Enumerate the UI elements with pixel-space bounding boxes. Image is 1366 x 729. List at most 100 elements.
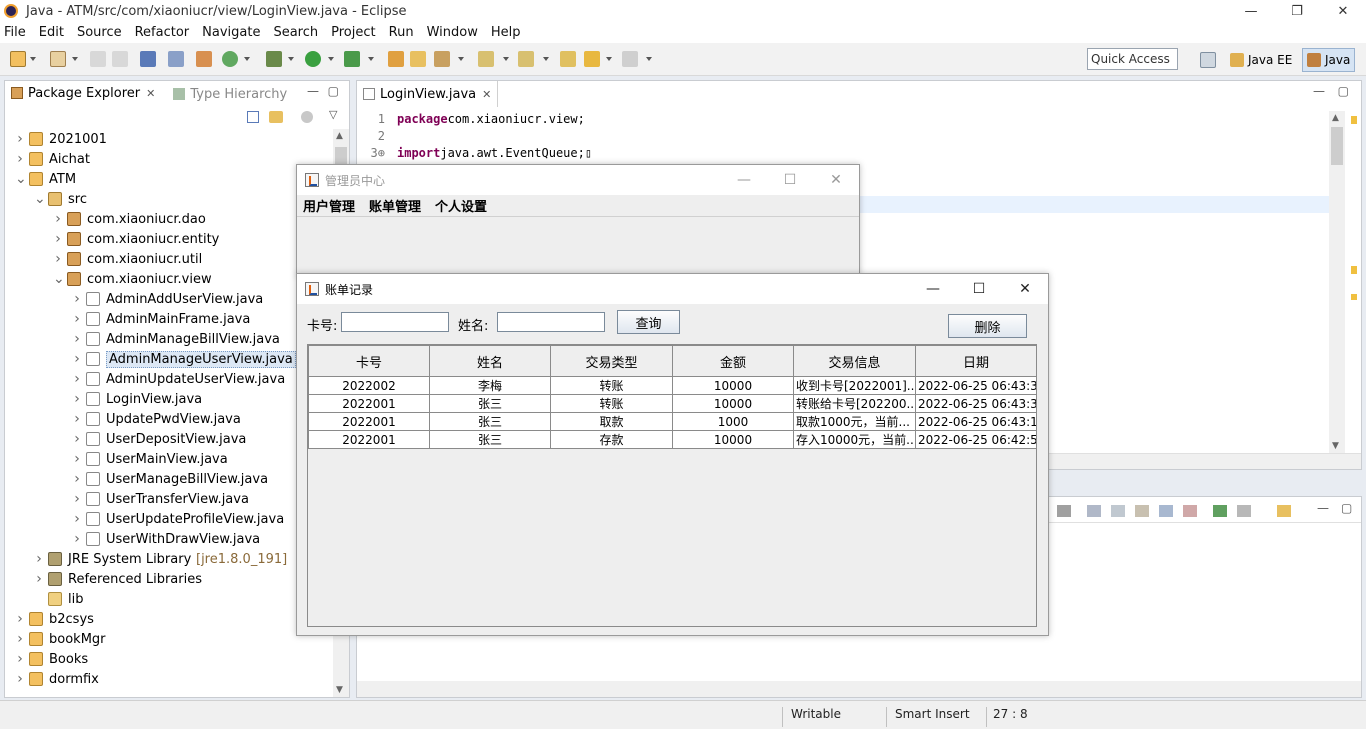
chevron-right-icon[interactable]: ›	[72, 351, 82, 367]
new-icon[interactable]	[10, 51, 26, 67]
console-h-scrollbar[interactable]	[357, 681, 1361, 697]
column-header[interactable]: 日期	[915, 345, 1037, 377]
chevron-right-icon[interactable]: ›	[15, 611, 25, 627]
remove-launch-icon[interactable]	[1057, 505, 1071, 517]
chevron-right-icon[interactable]: ›	[15, 671, 25, 687]
scroll-down-icon[interactable]: ▼	[336, 685, 343, 695]
view-menu-icon[interactable]: ▽	[329, 108, 337, 121]
menu-run[interactable]: Run	[389, 25, 414, 40]
next-annotation-icon[interactable]	[478, 51, 494, 67]
quick-access-input[interactable]: Quick Access	[1087, 48, 1178, 70]
tree-item[interactable]: › AdminMainFrame.java	[5, 309, 335, 329]
close-icon[interactable]: ✕	[1002, 274, 1048, 304]
prev-annotation-icon[interactable]	[518, 51, 534, 67]
menu-refactor[interactable]: Refactor	[135, 25, 190, 40]
search-dropdown-icon[interactable]	[458, 57, 464, 61]
tree-item[interactable]: › com.xiaoniucr.util	[5, 249, 335, 269]
scroll-lock-icon[interactable]	[1111, 505, 1125, 517]
close-editor-icon[interactable]: ✕	[482, 88, 491, 101]
menu-project[interactable]: Project	[331, 25, 375, 40]
tree-item[interactable]: › bookMgr	[5, 629, 335, 649]
forward-icon[interactable]	[622, 51, 638, 67]
display-console-icon[interactable]	[1237, 505, 1251, 517]
minimize-editor-icon[interactable]: —	[1313, 84, 1325, 98]
chevron-right-icon[interactable]: ›	[34, 551, 44, 567]
refresh-icon[interactable]	[222, 51, 238, 67]
tree-item[interactable]: › LoginView.java	[5, 389, 335, 409]
maximize-view-icon[interactable]: ▢	[328, 84, 339, 98]
card-number-input[interactable]	[341, 312, 449, 332]
back-icon[interactable]	[584, 51, 600, 67]
table-row[interactable]: 2022001 张三 存款 10000 存入10000元，当前... 2022-06-25…	[308, 430, 1037, 449]
tree-item[interactable]: › dormfix	[5, 669, 335, 689]
last-edit-icon[interactable]	[560, 51, 576, 67]
minimize-icon[interactable]: —	[1228, 0, 1274, 22]
chevron-right-icon[interactable]: ›	[72, 331, 82, 347]
query-button[interactable]: 查询	[617, 310, 680, 334]
tree-item[interactable]: › com.xiaoniucr.entity	[5, 229, 335, 249]
skip-breakpoints-icon[interactable]	[168, 51, 184, 67]
tree-item[interactable]: › com.xiaoniucr.dao	[5, 209, 335, 229]
table-row[interactable]: 2022002 李梅 转账 10000 收到卡号[2022001]... 2022-06-…	[308, 376, 1037, 395]
external-tools-icon[interactable]	[344, 51, 360, 67]
minimize-view-icon[interactable]: —	[307, 84, 319, 98]
open-type-icon[interactable]	[410, 51, 426, 67]
menu-edit[interactable]: Edit	[39, 25, 64, 40]
chevron-right-icon[interactable]: ›	[34, 571, 44, 587]
editor-scroll-down-icon[interactable]: ▼	[1332, 441, 1339, 451]
chevron-right-icon[interactable]: ›	[15, 151, 25, 167]
bill-records-titlebar[interactable]: 账单记录 — ☐ ✕	[297, 274, 1048, 304]
close-icon[interactable]: ✕	[813, 165, 859, 195]
tree-item[interactable]: ⌄ ATM	[5, 169, 335, 189]
chevron-down-icon[interactable]: ⌄	[15, 171, 27, 187]
column-header[interactable]: 姓名	[429, 345, 551, 377]
minimize-console-icon[interactable]: —	[1317, 501, 1329, 515]
menu-navigate[interactable]: Navigate	[202, 25, 260, 40]
editor-scrollbar[interactable]: ▲ ▼	[1329, 111, 1345, 453]
restore-icon[interactable]: ❐	[1274, 0, 1320, 22]
tree-item[interactable]: › JRE System Library [jre1.8.0_191]	[5, 549, 335, 569]
chevron-right-icon[interactable]: ›	[15, 131, 25, 147]
chevron-right-icon[interactable]: ›	[72, 291, 82, 307]
chevron-right-icon[interactable]: ›	[72, 311, 82, 327]
tree-item[interactable]: › UserDepositView.java	[5, 429, 335, 449]
column-header[interactable]: 卡号	[308, 345, 430, 377]
prev-annotation-dropdown-icon[interactable]	[543, 57, 549, 61]
open-perspective-icon[interactable]	[1200, 52, 1216, 68]
chevron-right-icon[interactable]: ›	[53, 231, 63, 247]
tree-item[interactable]: › UserTransferView.java	[5, 489, 335, 509]
chevron-right-icon[interactable]: ›	[72, 531, 82, 547]
maximize-icon[interactable]: ☐	[956, 274, 1002, 304]
tree-item[interactable]: › b2csys	[5, 609, 335, 629]
chevron-right-icon[interactable]: ›	[72, 371, 82, 387]
code-editor[interactable]: 1 package com.xiaoniucr.view; 2 3⊕ import ja…	[357, 110, 593, 161]
show-console-icon[interactable]	[1159, 505, 1173, 517]
code-line[interactable]: 3⊕ import java.awt.EventQueue;▯	[357, 144, 593, 161]
chevron-right-icon[interactable]: ›	[72, 411, 82, 427]
clear-console-icon[interactable]	[1087, 505, 1101, 517]
editor-scroll-up-icon[interactable]: ▲	[1332, 113, 1339, 123]
pin-console-icon[interactable]	[1213, 505, 1227, 517]
tree-item[interactable]: ⌄ com.xiaoniucr.view	[5, 269, 335, 289]
tree-item[interactable]: › UpdatePwdView.java	[5, 409, 335, 429]
external-tools-dropdown-icon[interactable]	[368, 57, 374, 61]
console-icon[interactable]	[140, 51, 156, 67]
menu-file[interactable]: File	[4, 25, 26, 40]
tree-item[interactable]: › Books	[5, 649, 335, 669]
run-dropdown-icon[interactable]	[328, 57, 334, 61]
chevron-down-icon[interactable]: ⌄	[53, 271, 65, 287]
chevron-right-icon[interactable]: ›	[15, 651, 25, 667]
tree-item[interactable]: › AdminManageBillView.java	[5, 329, 335, 349]
tree-item[interactable]: › AdminManageUserView.java	[5, 349, 335, 369]
scroll-up-icon[interactable]: ▲	[336, 131, 343, 141]
chevron-down-icon[interactable]: ⌄	[34, 191, 46, 207]
save-icon[interactable]	[90, 51, 106, 67]
show-error-icon[interactable]	[1183, 505, 1197, 517]
delete-button[interactable]: 删除	[948, 314, 1027, 338]
chevron-right-icon[interactable]: ›	[53, 211, 63, 227]
maximize-icon[interactable]: ☐	[767, 165, 813, 195]
tree-item[interactable]: › UserUpdateProfileView.java	[5, 509, 335, 529]
overview-marker[interactable]	[1351, 116, 1357, 124]
chevron-right-icon[interactable]: ›	[15, 631, 25, 647]
table-row[interactable]: 2022001 张三 转账 10000 转账给卡号[202200... 2022-06-2…	[308, 394, 1037, 413]
